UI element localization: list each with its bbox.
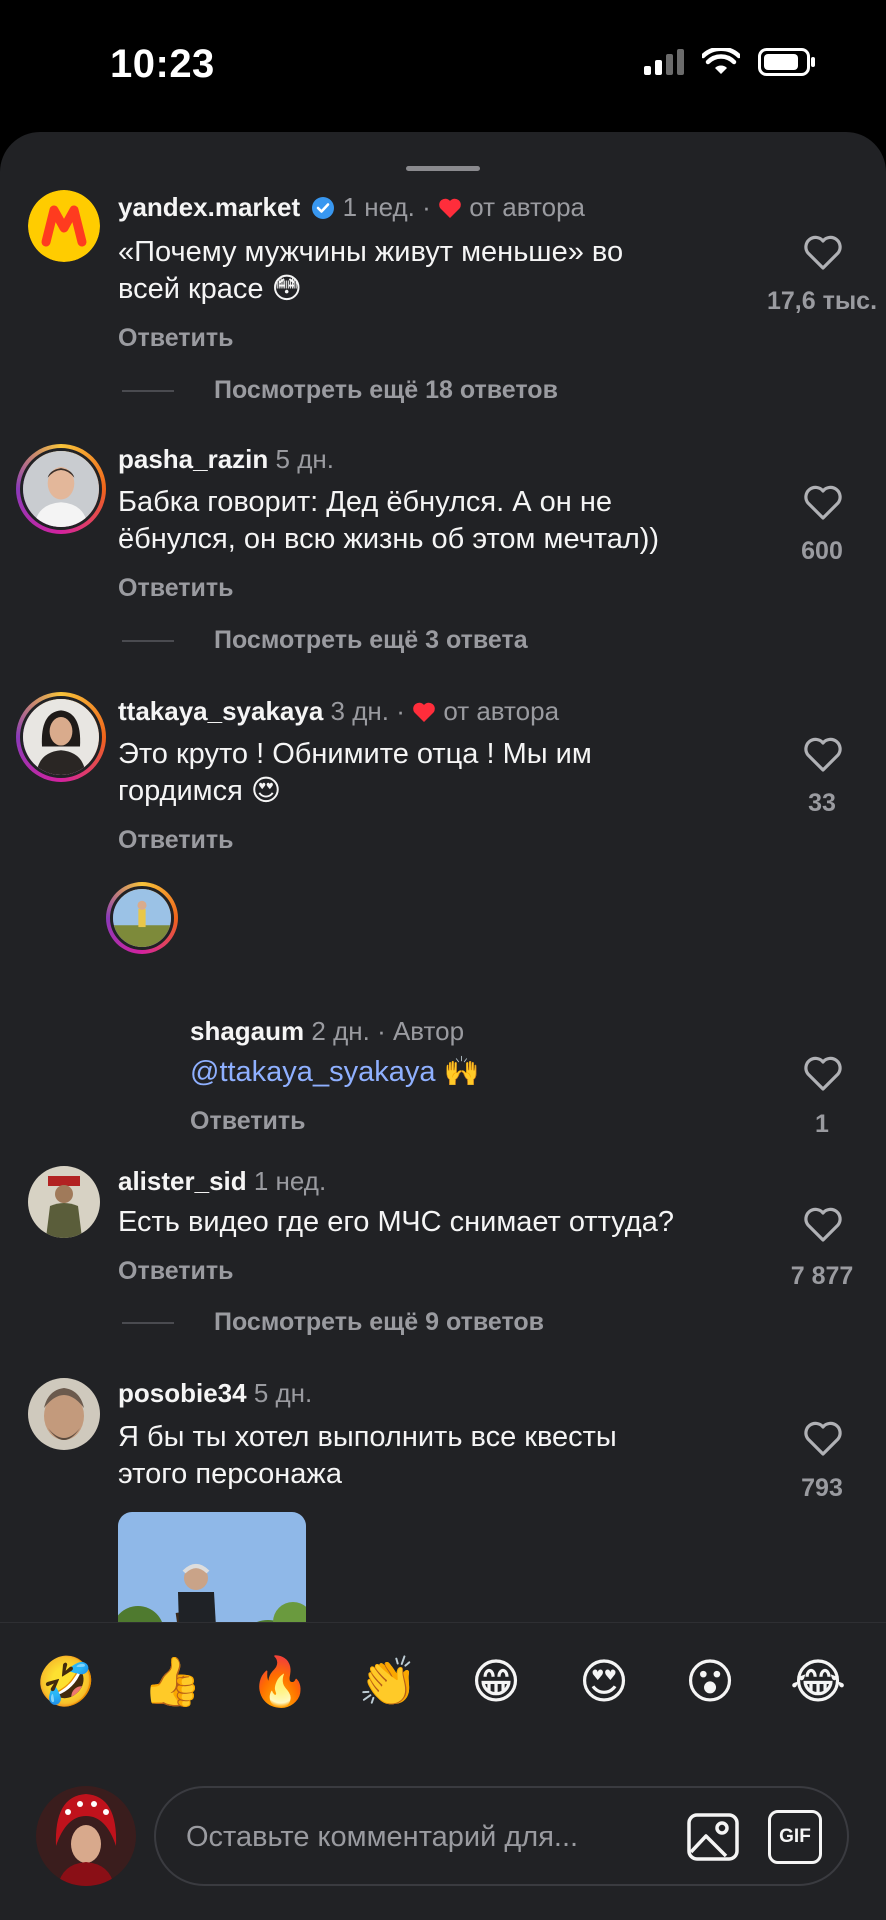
gif-button[interactable]: GIF [768, 1810, 822, 1864]
comment-time: 5 дн. [275, 444, 334, 474]
emoji-quick-bar: 🤣 👍 🔥 👏 😁 😍 😮 😂 [0, 1622, 886, 1743]
comment-input-container[interactable]: GIF [154, 1786, 849, 1886]
like-heart-icon[interactable] [803, 1421, 843, 1457]
status-time: 10:23 [110, 42, 215, 86]
comments-sheet: yandex.market 1 нед. · от автора «Почему… [0, 132, 886, 1920]
battery-icon [758, 48, 815, 76]
verified-badge-icon [312, 197, 335, 219]
avatar[interactable] [28, 1166, 100, 1238]
like-count: 600 [801, 537, 843, 565]
emoji-fire-button[interactable]: 🔥 [248, 1651, 312, 1715]
username[interactable]: ttakaya_syakaya [118, 696, 323, 726]
like-heart-icon[interactable] [803, 1207, 843, 1243]
cellular-signal-icon [644, 49, 684, 75]
like-count: 1 [815, 1110, 829, 1138]
comments-list[interactable]: yandex.market 1 нед. · от автора «Почему… [0, 132, 886, 1622]
username[interactable]: shagaum [190, 1016, 304, 1046]
view-more-replies[interactable]: Посмотреть ещё 9 ответов [122, 1308, 544, 1337]
emoji-tears-of-joy-button[interactable]: 😂 [786, 1651, 850, 1715]
view-more-replies[interactable]: Посмотреть ещё 3 ответа [122, 626, 528, 655]
comment-attached-image[interactable] [118, 1512, 306, 1622]
username[interactable]: alister_sid [118, 1166, 247, 1196]
author-heart-icon [439, 198, 461, 218]
liked-by-author-label: от автора [469, 192, 585, 222]
user-photo [113, 889, 171, 947]
emoji-grin-button[interactable]: 😁 [464, 1651, 528, 1715]
emoji-rofl-button[interactable]: 🤣 [34, 1651, 98, 1715]
like-count: 33 [808, 789, 836, 817]
comment-composer: GIF [0, 1742, 886, 1920]
comment-text: Я бы ты хотел выполнить все квесты этого… [118, 1421, 617, 1490]
comment-time: 3 дн. [330, 696, 389, 726]
username[interactable]: posobie34 [118, 1378, 247, 1408]
comment-text: Это круто ! Обнимите отца ! Мы им гордим… [118, 738, 592, 807]
comment-text: Есть видео где его МЧС снимает оттуда? [118, 1206, 674, 1238]
avatar[interactable] [28, 190, 100, 262]
author-heart-icon [413, 702, 435, 722]
user-photo [28, 1166, 100, 1238]
reply-button[interactable]: Ответить [190, 1107, 306, 1136]
comment-time: 1 нед. [253, 1166, 327, 1196]
liked-by-author-label: от автора [443, 696, 560, 726]
comment-text: Бабка говорит: Дед ёбнулся. А он не ёбну… [118, 486, 660, 555]
reply-button[interactable]: Ответить [118, 1257, 234, 1286]
username[interactable]: pasha_razin [118, 444, 268, 474]
reply-button[interactable]: Ответить [118, 574, 234, 603]
comment-text: @ttakaya_syakaya 🙌 [190, 1056, 480, 1088]
comment-time: 2 дн. [311, 1016, 370, 1046]
like-heart-icon[interactable] [803, 737, 843, 773]
like-count: 7 877 [790, 1262, 854, 1290]
avatar[interactable] [28, 1378, 100, 1450]
avatar[interactable] [16, 444, 106, 534]
emoji-clap-button[interactable]: 👏 [356, 1651, 420, 1715]
like-heart-icon[interactable] [803, 485, 843, 521]
wifi-icon [702, 48, 740, 74]
user-photo [23, 699, 99, 775]
view-more-replies[interactable]: Посмотреть ещё 18 ответов [122, 376, 558, 405]
mention-link[interactable]: @ttakaya_syakaya [190, 1056, 435, 1088]
image-attach-icon[interactable] [686, 1810, 740, 1864]
emoji-heart-eyes-button[interactable]: 😍 [572, 1651, 636, 1715]
like-heart-icon[interactable] [803, 235, 843, 271]
username[interactable]: yandex.market [118, 192, 300, 222]
emoji-thumbs-up-button[interactable]: 👍 [140, 1651, 204, 1715]
like-heart-icon[interactable] [803, 1056, 843, 1092]
comment-input[interactable] [184, 1788, 658, 1886]
user-photo [23, 451, 99, 527]
status-bar: 10:23 [0, 0, 886, 130]
comment-time: 1 нед. [342, 192, 415, 222]
reply-button[interactable]: Ответить [118, 324, 234, 353]
emoji-surprised-button[interactable]: 😮 [678, 1651, 742, 1715]
yandex-market-logo-icon [28, 190, 100, 262]
like-count: 793 [801, 1474, 843, 1502]
comment-text: «Почему мужчины живут меньше» во всей кр… [118, 236, 624, 305]
reply-button[interactable]: Ответить [118, 826, 234, 855]
author-badge: Автор [392, 1016, 465, 1046]
user-photo [28, 1378, 100, 1450]
avatar[interactable] [106, 882, 178, 954]
comment-time: 5 дн. [253, 1378, 313, 1408]
my-avatar [36, 1786, 136, 1886]
like-count: 17,6 тыс. [766, 287, 878, 315]
avatar[interactable] [16, 692, 106, 782]
